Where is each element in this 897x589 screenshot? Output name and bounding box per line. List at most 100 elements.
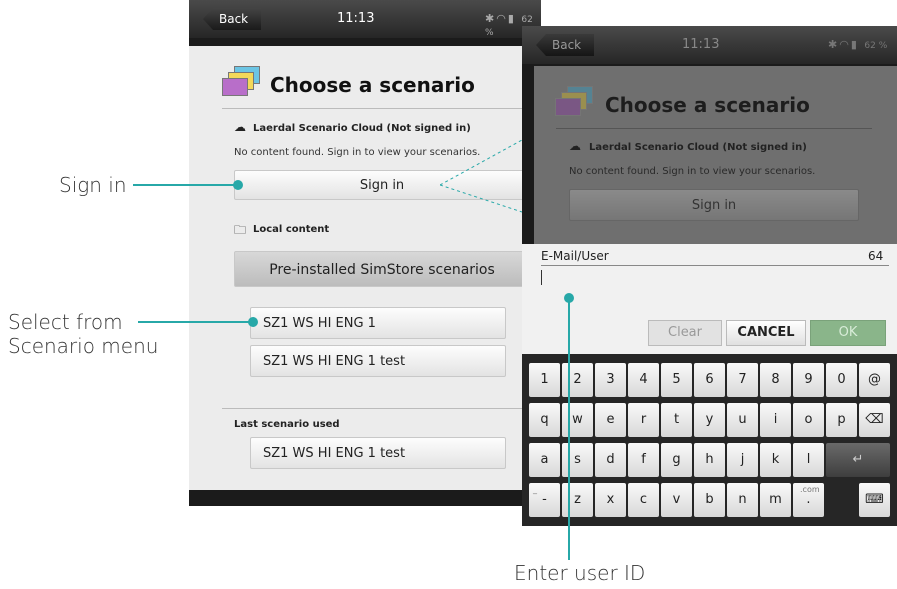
key-f[interactable]: f <box>628 443 659 477</box>
sign-in-button[interactable]: Sign in <box>569 189 859 221</box>
key-3[interactable]: 3 <box>595 363 626 397</box>
callout-line <box>138 321 253 323</box>
callout-line <box>568 298 570 560</box>
battery-icon: ▮ <box>850 38 859 51</box>
cancel-button[interactable]: CANCEL <box>726 320 806 346</box>
page-title: Choose a scenario <box>270 73 475 97</box>
callout-enter-user: Enter user ID <box>514 561 646 585</box>
status-icons: ✱◠▮ 62 % <box>828 38 887 51</box>
callout-line <box>133 184 238 186</box>
key-b[interactable]: b <box>694 483 725 517</box>
key-2[interactable]: 2 <box>562 363 593 397</box>
keyboard-icon: ⌨ <box>865 492 884 507</box>
dash-label: - <box>542 492 547 507</box>
key-9[interactable]: 9 <box>793 363 824 397</box>
clock: 11:13 <box>337 11 375 26</box>
key-5[interactable]: 5 <box>661 363 692 397</box>
dotcom-hint: .com <box>800 485 820 494</box>
cloud-section-label: Laerdal Scenario Cloud (Not signed in) <box>253 123 471 134</box>
scenario-stack-icon <box>222 66 260 100</box>
clock: 11:13 <box>682 37 720 52</box>
cloud-section-label: Laerdal Scenario Cloud (Not signed in) <box>589 142 807 153</box>
key-u[interactable]: u <box>727 403 758 437</box>
key-x[interactable]: x <box>595 483 626 517</box>
status-bar: Back 11:13 ✱◠▮ 62 % <box>522 26 897 64</box>
email-field-label: E-Mail/User <box>541 249 609 263</box>
key-1[interactable]: 1 <box>529 363 560 397</box>
key-0[interactable]: 0 <box>826 363 857 397</box>
last-scenario-button[interactable]: SZ1 WS HI ENG 1 test <box>250 437 506 469</box>
battery-icon: ▮ <box>507 12 516 25</box>
enter-key[interactable]: ↵ <box>826 443 890 477</box>
ok-button[interactable]: OK <box>810 320 886 346</box>
key-q[interactable]: q <box>529 403 560 437</box>
backspace-key[interactable]: ⌫ <box>859 403 890 437</box>
key-p[interactable]: p <box>826 403 857 437</box>
key-y[interactable]: y <box>694 403 725 437</box>
email-dialog: E-Mail/User 64 Clear CANCEL OK <box>522 244 897 354</box>
key-i[interactable]: i <box>760 403 791 437</box>
key-z[interactable]: z <box>562 483 593 517</box>
divider <box>222 108 522 109</box>
key-4[interactable]: 4 <box>628 363 659 397</box>
char-count: 64 <box>868 249 884 263</box>
key-dot[interactable]: .com . <box>793 483 824 517</box>
back-button[interactable]: Back <box>536 34 594 56</box>
key-dash[interactable]: _ - <box>529 483 560 517</box>
status-bar: Back 11:13 ✱◠▮ 62 % <box>189 0 541 38</box>
callout-select-line2: Scenario menu <box>8 334 159 358</box>
local-section-label: Local content <box>253 224 330 235</box>
key-7[interactable]: 7 <box>727 363 758 397</box>
page-title: Choose a scenario <box>605 93 810 117</box>
key-s[interactable]: s <box>562 443 593 477</box>
key-r[interactable]: r <box>628 403 659 437</box>
enter-icon: ↵ <box>852 452 864 467</box>
field-underline <box>541 265 889 266</box>
key-l[interactable]: l <box>793 443 824 477</box>
key-h[interactable]: h <box>694 443 725 477</box>
divider <box>222 408 522 409</box>
back-button[interactable]: Back <box>203 8 261 30</box>
key-g[interactable]: g <box>661 443 692 477</box>
zoom-lines <box>440 140 523 213</box>
callout-select-line1: Select from <box>8 310 123 334</box>
bluetooth-icon: ✱ <box>828 38 840 51</box>
key-at[interactable]: @ <box>859 363 890 397</box>
key-a[interactable]: a <box>529 443 560 477</box>
scenario-item-2[interactable]: SZ1 WS HI ENG 1 test <box>250 345 506 377</box>
callout-sign-in: Sign in <box>59 173 127 197</box>
clear-button[interactable]: Clear <box>648 320 722 346</box>
key-w[interactable]: w <box>562 403 593 437</box>
preinstalled-button[interactable]: Pre-installed SimStore scenarios <box>234 251 530 287</box>
key-o[interactable]: o <box>793 403 824 437</box>
email-input[interactable] <box>541 270 542 285</box>
key-n[interactable]: n <box>727 483 758 517</box>
divider <box>556 128 872 129</box>
key-j[interactable]: j <box>727 443 758 477</box>
wifi-icon: ◠ <box>839 38 851 51</box>
cloud-icon: ☁ <box>234 120 246 134</box>
cloud-note: No content found. Sign in to view your s… <box>569 166 816 177</box>
battery-percent: 62 % <box>864 41 888 51</box>
callout-dot <box>233 180 243 190</box>
cloud-icon: ☁ <box>569 139 581 153</box>
backspace-icon: ⌫ <box>865 412 884 427</box>
key-d[interactable]: d <box>595 443 626 477</box>
key-v[interactable]: v <box>661 483 692 517</box>
wifi-icon: ◠ <box>496 12 508 25</box>
key-8[interactable]: 8 <box>760 363 791 397</box>
key-6[interactable]: 6 <box>694 363 725 397</box>
folder-icon: 🗀 <box>234 223 247 237</box>
key-e[interactable]: e <box>595 403 626 437</box>
bluetooth-icon: ✱ <box>485 12 497 25</box>
last-used-label: Last scenario used <box>234 419 340 430</box>
key-m[interactable]: m <box>760 483 791 517</box>
callout-dot <box>248 317 258 327</box>
onscreen-keyboard: 1 2 3 4 5 6 7 8 9 0 @ q w e r t y u i o … <box>522 354 897 526</box>
key-t[interactable]: t <box>661 403 692 437</box>
scenario-item-1[interactable]: SZ1 WS HI ENG 1 <box>250 307 506 339</box>
key-c[interactable]: c <box>628 483 659 517</box>
scenario-stack-icon <box>555 86 593 120</box>
key-k[interactable]: k <box>760 443 791 477</box>
keyboard-hide-key[interactable]: ⌨ <box>859 483 890 517</box>
